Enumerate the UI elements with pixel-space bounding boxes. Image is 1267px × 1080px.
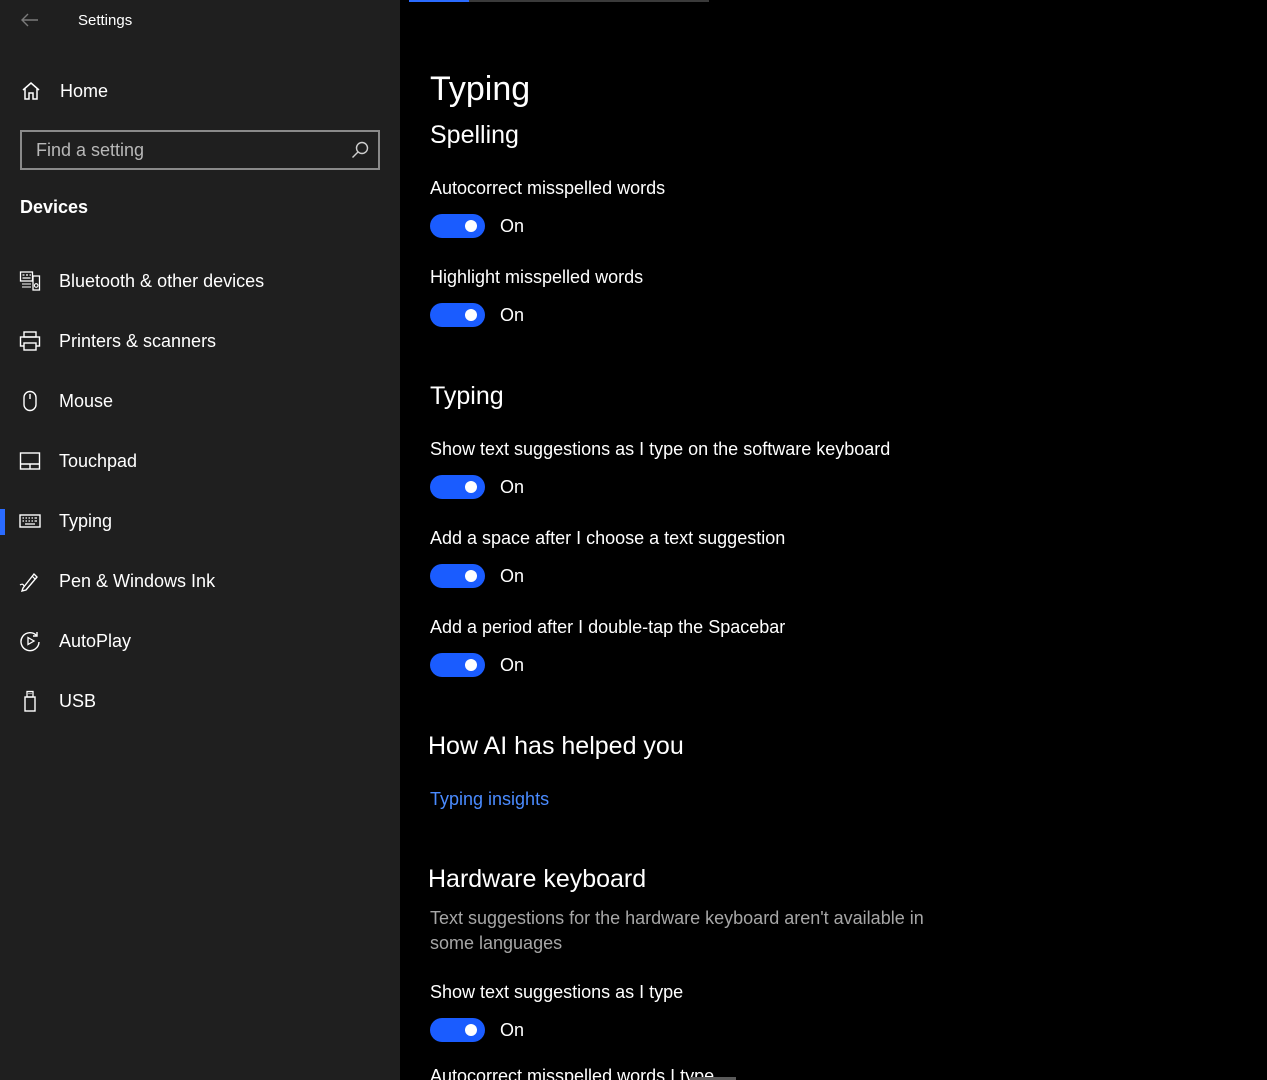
hardware-keyboard-description: Text suggestions for the hardware keyboa… [430,908,924,953]
section-heading-hardware-keyboard: Hardware keyboard [428,865,647,893]
autoplay-icon [20,632,40,652]
setting-label-text-suggestions: Show text suggestions as I type on the s… [430,439,891,459]
section-heading-spelling: Spelling [430,121,519,149]
setting-label-add-space: Add a space after I choose a text sugges… [430,528,786,548]
toggle-state-hw-text-suggestions: On [500,1020,525,1040]
search-icon[interactable] [350,140,370,160]
toggle-knob [465,309,477,321]
title-bar: Settings [0,0,400,40]
sidebar-item-usb[interactable]: USB [0,671,400,731]
toggle-autocorrect[interactable] [430,214,485,238]
sidebar-item-label: AutoPlay [59,631,132,651]
sidebar-item-label: Touchpad [59,451,138,471]
sidebar-item-autoplay[interactable]: AutoPlay [0,611,400,671]
setting-label-highlight: Highlight misspelled words [430,267,644,287]
sidebar-item-typing[interactable]: Typing [0,491,400,551]
sidebar-item-bluetooth[interactable]: Bluetooth & other devices [0,251,400,311]
toggle-add-space[interactable] [430,564,485,588]
mouse-icon [23,390,37,412]
toggle-state-autocorrect: On [500,216,525,236]
sidebar-item-mouse[interactable]: Mouse [0,371,400,431]
section-heading-typing: Typing [430,382,504,410]
bluetooth-devices-icon [19,271,41,291]
toggle-highlight[interactable] [430,303,485,327]
toggle-knob [465,570,477,582]
toggle-state-add-period: On [500,655,525,675]
sidebar-item-label: USB [59,691,97,711]
back-arrow-icon [21,13,38,27]
app-title: Settings [78,12,133,29]
section-label: Devices [20,197,89,217]
toggle-knob [465,220,477,232]
sidebar-item-touchpad[interactable]: Touchpad [0,431,400,491]
sidebar-item-label: Bluetooth & other devices [59,271,265,291]
search-box[interactable] [20,130,380,170]
toggle-state-add-space: On [500,566,525,586]
toggle-add-period[interactable] [430,653,485,677]
typing-insights-link[interactable]: Typing insights [430,789,549,810]
setting-label-hw-autocorrect: Autocorrect misspelled words I type [430,1066,715,1080]
setting-label-autocorrect: Autocorrect misspelled words [430,178,666,198]
toggle-state-text-suggestions: On [500,477,525,497]
page-title: Typing [430,70,531,108]
setting-label-hw-text-suggestions: Show text suggestions as I type [430,982,684,1002]
sidebar-item-pen[interactable]: Pen & Windows Ink [0,551,400,611]
keyboard-icon [19,514,41,528]
sidebar: Settings Home Devices Bluetooth & other … [0,0,400,1080]
sidebar-item-label: Home [60,81,109,101]
section-heading-ai: How AI has helped you [428,732,684,760]
usb-icon [24,690,36,712]
sidebar-item-home[interactable]: Home [0,70,400,112]
scroll-indicator [409,0,709,2]
sidebar-item-label: Printers & scanners [59,331,217,351]
sidebar-item-label: Pen & Windows Ink [59,571,216,591]
search-input[interactable] [22,132,342,168]
toggle-knob [465,481,477,493]
setting-label-add-period: Add a period after I double-tap the Spac… [430,617,786,637]
toggle-hw-text-suggestions[interactable] [430,1018,485,1042]
pen-icon [19,572,38,592]
back-button[interactable] [18,8,42,32]
sidebar-item-label: Typing [59,511,113,531]
sidebar-item-label: Mouse [59,391,114,411]
home-icon [22,82,40,100]
toggle-knob [465,1024,477,1036]
scroll-indicator-thumb [409,0,469,2]
toggle-text-suggestions[interactable] [430,475,485,499]
touchpad-icon [19,452,41,470]
toggle-state-highlight: On [500,305,525,325]
toggle-knob [465,659,477,671]
sidebar-item-printers[interactable]: Printers & scanners [0,311,400,371]
printer-icon [19,331,41,351]
